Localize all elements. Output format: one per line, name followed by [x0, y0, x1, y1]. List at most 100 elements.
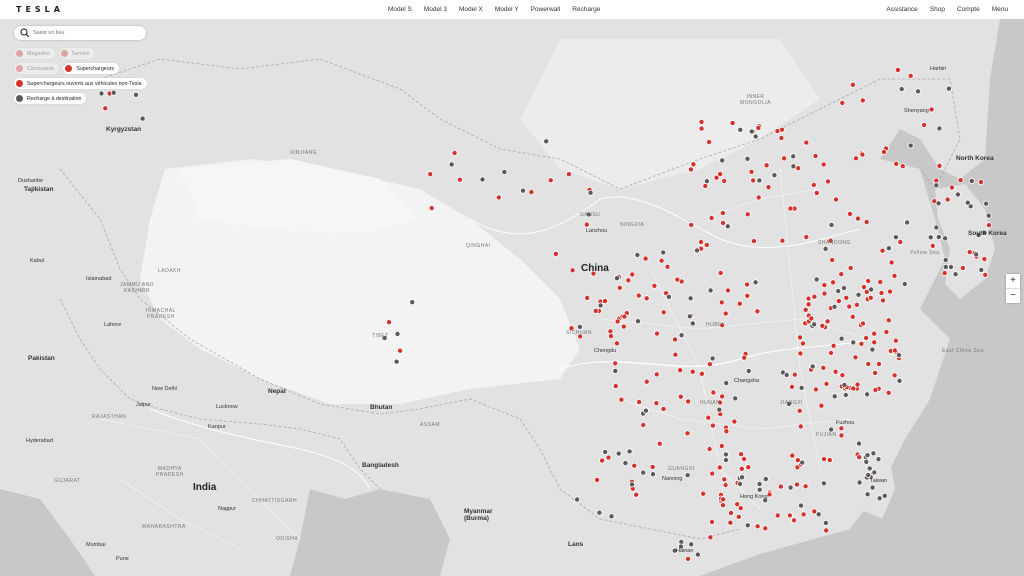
supercharger-marker[interactable]	[825, 178, 832, 185]
supercharger-marker[interactable]	[569, 267, 576, 274]
supercharger-marker[interactable]	[893, 160, 900, 167]
supercharger-marker[interactable]	[660, 309, 667, 316]
supercharger-marker[interactable]	[642, 255, 649, 262]
supercharger-marker[interactable]	[808, 315, 815, 322]
destination-charger-marker[interactable]	[709, 355, 716, 362]
supercharger-marker[interactable]	[803, 139, 810, 146]
nav-model-3[interactable]: Model 3	[424, 6, 447, 13]
destination-charger-marker[interactable]	[684, 472, 691, 479]
supercharger-marker[interactable]	[799, 340, 806, 347]
supercharger-marker[interactable]	[888, 259, 895, 266]
supercharger-marker[interactable]	[725, 287, 732, 294]
destination-charger-marker[interactable]	[723, 456, 730, 463]
destination-charger-marker[interactable]	[813, 276, 820, 283]
destination-charger-marker[interactable]	[650, 471, 657, 478]
supercharger-marker[interactable]	[736, 300, 743, 307]
supercharger-marker[interactable]	[698, 125, 705, 132]
supercharger-marker[interactable]	[858, 340, 865, 347]
destination-charger-marker[interactable]	[822, 245, 829, 252]
supercharger-marker[interactable]	[731, 418, 738, 425]
supercharger-marker[interactable]	[921, 122, 928, 129]
supercharger-marker[interactable]	[583, 221, 590, 228]
supercharger-marker[interactable]	[718, 442, 725, 449]
supercharger-marker[interactable]	[717, 171, 724, 178]
supercharger-marker[interactable]	[706, 361, 713, 368]
supercharger-marker[interactable]	[625, 277, 632, 284]
supercharger-marker[interactable]	[428, 205, 435, 212]
supercharger-marker[interactable]	[717, 269, 724, 276]
destination-charger-marker[interactable]	[640, 469, 647, 476]
supercharger-marker[interactable]	[654, 330, 661, 337]
destination-charger-marker[interactable]	[576, 323, 583, 330]
supercharger-marker[interactable]	[877, 279, 884, 286]
nav-model-s[interactable]: Model S	[388, 6, 412, 13]
destination-charger-marker[interactable]	[952, 271, 959, 278]
supercharger-marker[interactable]	[738, 451, 745, 458]
supercharger-marker[interactable]	[853, 301, 860, 308]
supercharger-marker[interactable]	[887, 288, 894, 295]
supercharger-marker[interactable]	[677, 367, 684, 374]
destination-charger-marker[interactable]	[864, 391, 871, 398]
supercharger-marker[interactable]	[982, 271, 989, 278]
destination-charger-marker[interactable]	[901, 280, 908, 287]
destination-charger-marker[interactable]	[850, 339, 857, 346]
supercharger-marker[interactable]	[451, 149, 458, 156]
supercharger-marker[interactable]	[744, 281, 751, 288]
supercharger-marker[interactable]	[685, 555, 692, 562]
filter-service[interactable]: Service	[58, 48, 95, 59]
destination-charger-marker[interactable]	[945, 85, 952, 92]
destination-charger-marker[interactable]	[596, 509, 603, 516]
destination-charger-marker[interactable]	[707, 287, 714, 294]
supercharger-marker[interactable]	[803, 234, 810, 241]
destination-charger-marker[interactable]	[597, 302, 604, 309]
supercharger-marker[interactable]	[830, 279, 837, 286]
supercharger-marker[interactable]	[765, 184, 772, 191]
supercharger-marker[interactable]	[777, 483, 784, 490]
destination-charger-marker[interactable]	[479, 176, 486, 183]
supercharger-marker[interactable]	[883, 328, 890, 335]
supercharger-marker[interactable]	[689, 368, 696, 375]
destination-charger-marker[interactable]	[904, 219, 911, 226]
supercharger-marker[interactable]	[612, 383, 619, 390]
destination-charger-marker[interactable]	[935, 200, 942, 207]
destination-charger-marker[interactable]	[973, 251, 980, 258]
destination-charger-marker[interactable]	[608, 513, 615, 520]
destination-charger-marker[interactable]	[869, 484, 876, 491]
supercharger-marker[interactable]	[850, 385, 857, 392]
destination-charger-marker[interactable]	[745, 367, 752, 374]
supercharger-marker[interactable]	[674, 276, 681, 283]
supercharger-marker[interactable]	[612, 360, 619, 367]
supercharger-marker[interactable]	[863, 218, 870, 225]
destination-charger-marker[interactable]	[790, 163, 797, 170]
destination-charger-marker[interactable]	[687, 295, 694, 302]
destination-charger-marker[interactable]	[876, 495, 883, 502]
supercharger-marker[interactable]	[677, 393, 684, 400]
supercharger-marker[interactable]	[847, 265, 854, 272]
supercharger-marker[interactable]	[672, 351, 679, 358]
supercharger-marker[interactable]	[774, 512, 781, 519]
destination-charger-marker[interactable]	[642, 407, 649, 414]
supercharger-marker[interactable]	[620, 323, 627, 330]
supercharger-marker[interactable]	[744, 211, 751, 218]
destination-charger-marker[interactable]	[855, 291, 862, 298]
destination-charger-marker[interactable]	[694, 551, 701, 558]
supercharger-marker[interactable]	[871, 339, 878, 346]
supercharger-marker[interactable]	[821, 456, 828, 463]
destination-charger-marker[interactable]	[892, 234, 899, 241]
destination-charger-marker[interactable]	[393, 358, 400, 365]
supercharger-marker[interactable]	[907, 72, 914, 79]
supercharger-marker[interactable]	[812, 386, 819, 393]
supercharger-marker[interactable]	[607, 328, 614, 335]
destination-charger-marker[interactable]	[898, 86, 905, 93]
destination-charger-marker[interactable]	[626, 448, 633, 455]
destination-charger-marker[interactable]	[841, 381, 848, 388]
destination-charger-marker[interactable]	[688, 541, 695, 548]
supercharger-marker[interactable]	[824, 318, 831, 325]
supercharger-marker[interactable]	[796, 407, 803, 414]
supercharger-marker[interactable]	[690, 161, 697, 168]
supercharger-marker[interactable]	[720, 496, 727, 503]
supercharger-marker[interactable]	[828, 349, 835, 356]
supercharger-marker[interactable]	[832, 368, 839, 375]
destination-charger-marker[interactable]	[787, 484, 794, 491]
supercharger-marker[interactable]	[829, 256, 836, 263]
